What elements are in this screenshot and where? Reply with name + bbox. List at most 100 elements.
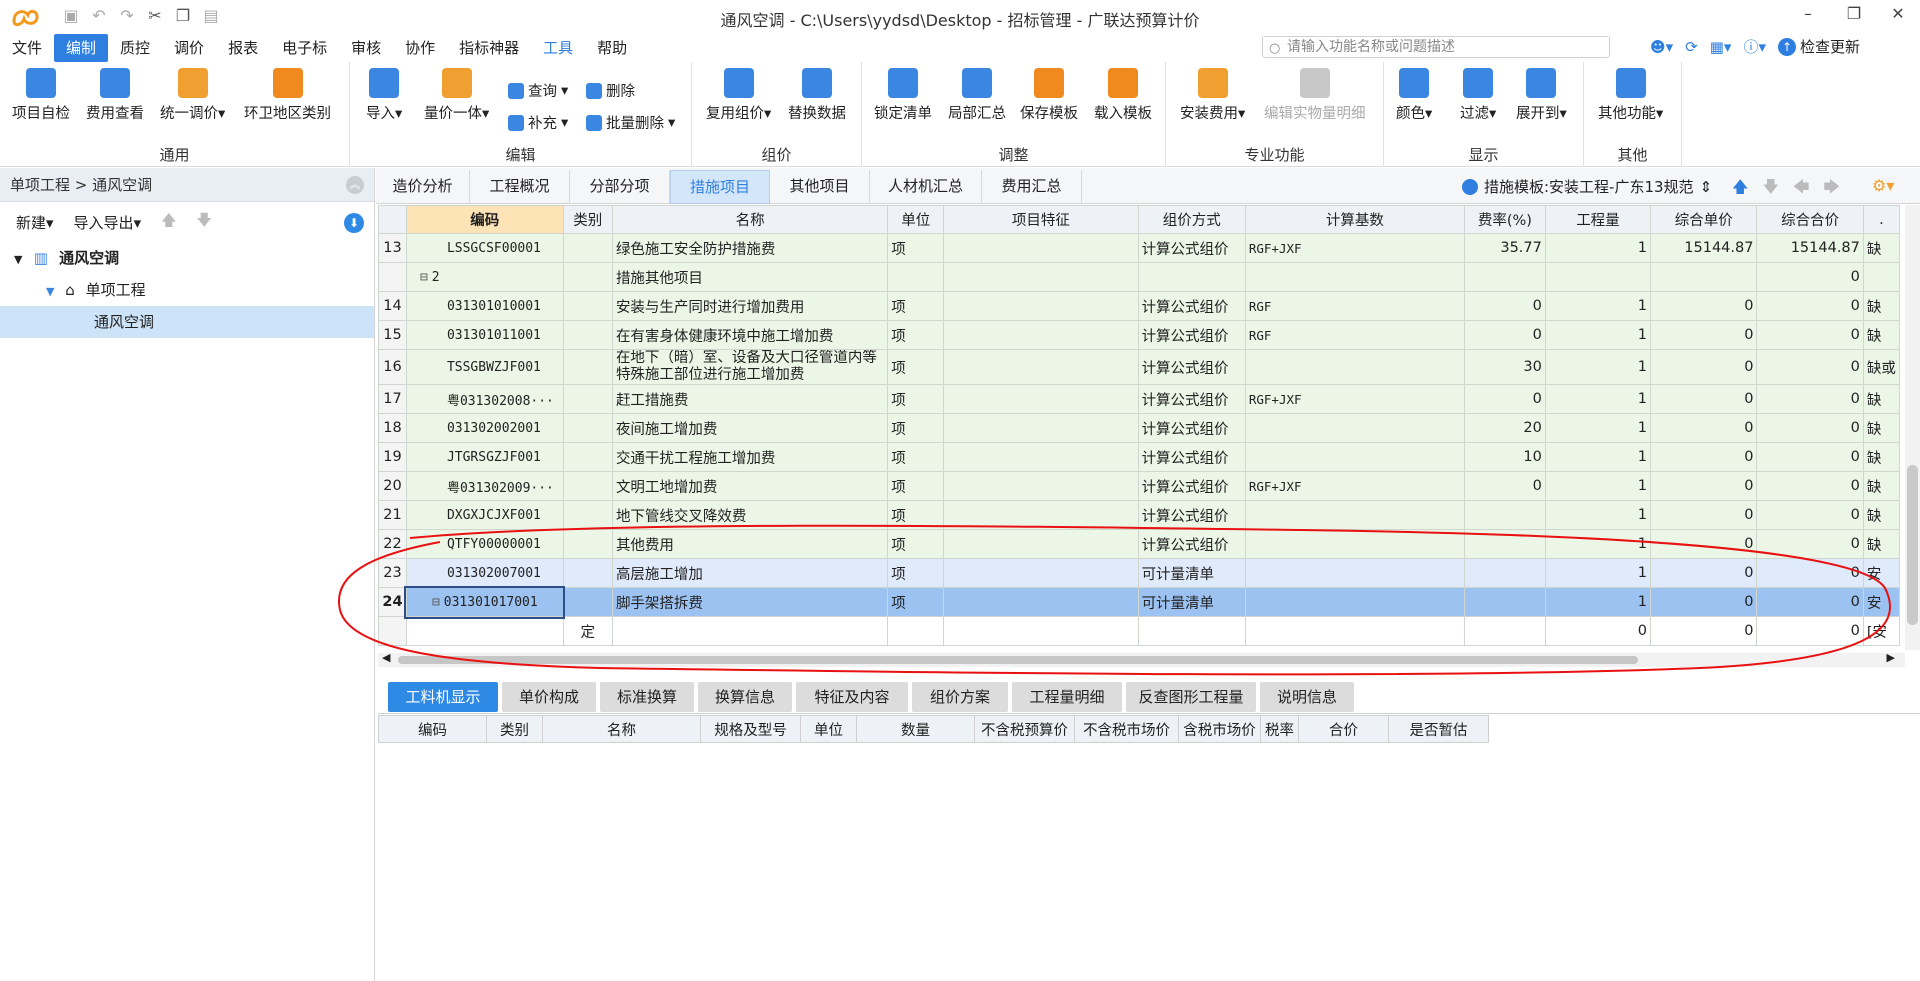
cell-unit[interactable]: 项 xyxy=(887,558,945,588)
cell-type[interactable] xyxy=(562,233,613,263)
restore-icon[interactable]: ❐ xyxy=(1834,4,1874,28)
cell-price[interactable]: 0 xyxy=(1650,349,1758,385)
batch-delete-button[interactable]: 批量删除 ▾ xyxy=(586,112,675,133)
cell-feature[interactable] xyxy=(943,442,1139,472)
cell-price[interactable]: 0 xyxy=(1650,529,1758,559)
cell-base[interactable]: RGF+JXF xyxy=(1244,233,1465,263)
paste-icon[interactable]: ▤ xyxy=(200,6,222,25)
cell-feature[interactable] xyxy=(943,500,1139,530)
cell-base[interactable] xyxy=(1244,558,1465,588)
cell-price[interactable]: 15144.87 xyxy=(1650,233,1758,263)
cell-base[interactable] xyxy=(1244,587,1465,617)
cell-total[interactable]: 0 xyxy=(1756,320,1864,350)
cell-total[interactable]: 15144.87 xyxy=(1756,233,1864,263)
cell-qty[interactable]: 1 xyxy=(1544,291,1652,321)
cell-feature[interactable] xyxy=(943,587,1139,617)
cell-rate[interactable] xyxy=(1463,587,1546,617)
cell-total[interactable]: 0 xyxy=(1756,349,1864,385)
cell-qty[interactable]: 1 xyxy=(1544,349,1652,385)
cell-feature[interactable] xyxy=(943,320,1139,350)
cell-name[interactable]: 赶工措施费 xyxy=(611,384,889,414)
scroll-thumb[interactable] xyxy=(1907,465,1918,625)
cell-qty[interactable]: 1 xyxy=(1544,442,1652,472)
table-row[interactable]: 15 031301011001 在有害身体健康环境中施工增加费项计算公式组价 RGF 0… xyxy=(378,320,1900,350)
cell-rate[interactable] xyxy=(1463,558,1546,588)
cell-rate[interactable]: 0 xyxy=(1463,471,1546,501)
cell-name[interactable]: 安装与生产同时进行增加费用 xyxy=(611,291,889,321)
arrow-left-icon[interactable]: 🡄 xyxy=(1793,176,1810,203)
row-number[interactable]: 24 xyxy=(378,587,407,617)
refresh-icon[interactable]: ⟳ xyxy=(1685,38,1698,56)
horizontal-scrollbar[interactable]: ◀ ▶ xyxy=(378,651,1905,667)
cell-qty[interactable]: 0 xyxy=(1544,616,1652,646)
cell-feature[interactable] xyxy=(943,291,1139,321)
qty-price-button[interactable]: 量价一体▾ xyxy=(424,68,489,123)
cell-feature[interactable] xyxy=(943,384,1139,414)
tab-conversion-info[interactable]: 换算信息 xyxy=(698,682,792,712)
cell-price[interactable]: 0 xyxy=(1650,384,1758,414)
cell-price[interactable]: 0 xyxy=(1650,442,1758,472)
tab-qty-detail[interactable]: 工程量明细 xyxy=(1012,682,1122,712)
tab-features[interactable]: 特征及内容 xyxy=(796,682,908,712)
sub-header-amount[interactable]: 合价 xyxy=(1298,715,1389,743)
delete-button[interactable]: 删除 xyxy=(586,80,635,101)
table-row[interactable]: 17 粤031302008··· 赶工措施费项计算公式组价 RGF+JXF 0 1 0 0 缺 xyxy=(378,384,1900,414)
cell-qty[interactable]: 1 xyxy=(1544,471,1652,501)
cell-total[interactable]: 0 xyxy=(1756,384,1864,414)
cell-qty[interactable]: 1 xyxy=(1544,233,1652,263)
project-check-button[interactable]: 项目自检 xyxy=(12,68,70,123)
row-number[interactable]: 15 xyxy=(378,320,407,350)
cell-feature[interactable] xyxy=(943,233,1139,263)
cell-qty[interactable]: 1 xyxy=(1544,320,1652,350)
cell-unit[interactable] xyxy=(887,616,945,646)
cell-extra[interactable]: 缺 xyxy=(1862,529,1900,559)
cell-type[interactable] xyxy=(562,291,613,321)
grid-icon[interactable]: ▦▾ xyxy=(1710,38,1732,56)
cell-price[interactable]: 0 xyxy=(1650,320,1758,350)
edit-physical-detail-button[interactable]: 编辑实物量明细 xyxy=(1264,68,1366,123)
tree-node-hvac[interactable]: 通风空调 xyxy=(0,306,374,338)
cell-extra[interactable]: 安 xyxy=(1862,587,1900,617)
cell-code[interactable]: TSSGBWZJF001 xyxy=(405,349,564,385)
cell-name[interactable]: 高层施工增加 xyxy=(611,558,889,588)
cell-feature[interactable] xyxy=(943,262,1139,292)
query-button[interactable]: 查询 ▾ xyxy=(508,80,568,101)
cell-rate[interactable]: 10 xyxy=(1463,442,1546,472)
tab-material-summary[interactable]: 人材机汇总 xyxy=(870,170,982,204)
cell-extra[interactable]: 缺 xyxy=(1862,471,1900,501)
cell-type[interactable] xyxy=(562,558,613,588)
cell-total[interactable]: 0 xyxy=(1756,291,1864,321)
tree-node-project[interactable]: ▼ ▥ 通风空调 xyxy=(0,242,374,274)
menu-e-bid[interactable]: 电子标 xyxy=(270,34,339,62)
tab-reverse-graphic[interactable]: 反查图形工程量 xyxy=(1126,682,1256,712)
cell-rate[interactable] xyxy=(1463,529,1546,559)
table-row[interactable]: ⊟ 2 措施其他项目 0 xyxy=(378,262,1900,292)
info-icon[interactable]: ⓘ▾ xyxy=(1743,36,1766,57)
sub-header-spec[interactable]: 规格及型号 xyxy=(700,715,801,743)
sort-icon[interactable]: ⇕ xyxy=(1700,178,1713,196)
sub-header-name[interactable]: 名称 xyxy=(542,715,701,743)
cell-total[interactable]: 0 xyxy=(1756,616,1864,646)
cell-method[interactable]: 可计量清单 xyxy=(1137,587,1246,617)
cell-name[interactable] xyxy=(611,616,889,646)
cell-feature[interactable] xyxy=(943,413,1139,443)
menu-report[interactable]: 报表 xyxy=(216,34,270,62)
sub-header-tax-market-price[interactable]: 含税市场价 xyxy=(1178,715,1261,743)
cell-type[interactable] xyxy=(562,262,613,292)
menu-index[interactable]: 指标神器 xyxy=(447,34,531,62)
supplement-button[interactable]: 补充 ▾ xyxy=(508,112,568,133)
cell-qty[interactable]: 1 xyxy=(1544,587,1652,617)
menu-tools[interactable]: 工具 xyxy=(531,34,585,62)
header-code[interactable]: 编码 xyxy=(405,205,564,234)
row-number[interactable]: 21 xyxy=(378,500,407,530)
sub-header-budget-price[interactable]: 不含税预算价 xyxy=(974,715,1075,743)
cell-method[interactable]: 计算公式组价 xyxy=(1137,500,1246,530)
cell-feature[interactable] xyxy=(943,349,1139,385)
collapse-row-icon[interactable]: ⊟ xyxy=(420,270,428,285)
install-fee-button[interactable]: 安装费用▾ xyxy=(1180,68,1245,123)
sub-header-provisional[interactable]: 是否暂估 xyxy=(1388,715,1489,743)
cell-price[interactable]: 0 xyxy=(1650,500,1758,530)
tab-description[interactable]: 说明信息 xyxy=(1260,682,1354,712)
scroll-left-icon[interactable]: ◀ xyxy=(382,651,390,664)
check-update-button[interactable]: ↑ 检查更新 xyxy=(1777,36,1860,57)
